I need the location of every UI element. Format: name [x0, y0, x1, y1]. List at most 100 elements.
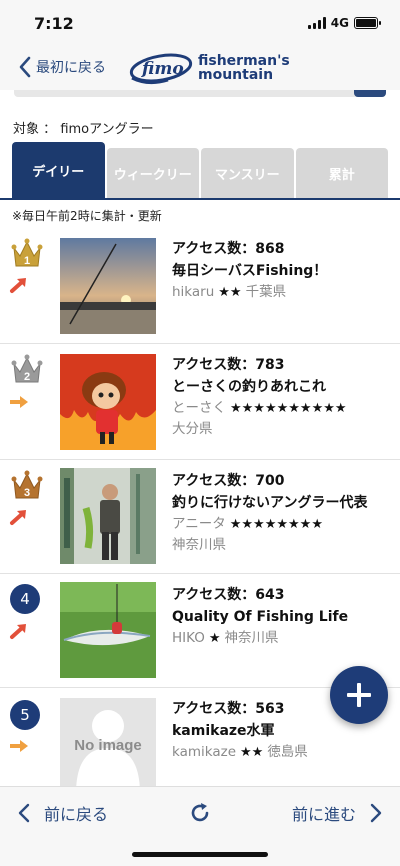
fimo-logo[interactable]: fimo fisherman's mountain — [128, 50, 290, 86]
ranking-row-1[interactable]: 1 アクセス数：868 毎日シーバスFishing！ hikaru ★★ 千葉県 — [0, 228, 400, 344]
period-tabs: デイリー ウィークリー マンスリー 累計 — [12, 142, 388, 198]
search-button-edge[interactable] — [354, 90, 386, 97]
logo-wordmark: fisherman's mountain — [198, 54, 290, 82]
rank-number: 3 — [24, 487, 30, 499]
tab-monthly[interactable]: マンスリー — [201, 148, 294, 198]
back-to-top-label: 最初に戻る — [36, 60, 106, 76]
tab-underline — [0, 198, 400, 200]
reload-button[interactable] — [188, 801, 212, 829]
thumbnail-image[interactable] — [60, 354, 156, 450]
gold-crown-icon: 1 — [11, 238, 43, 267]
angler-shop-photo — [60, 468, 156, 564]
ranking-info: アクセス数：700 釣りに行けないアングラー代表 アニータ ★★★★★★★★ 神奈川… — [172, 470, 392, 556]
chevron-right-icon — [370, 803, 382, 823]
back-to-top-button[interactable]: 最初に戻る — [18, 56, 106, 78]
cartoon-avatar-image — [60, 354, 156, 450]
status-time: 7:12 — [34, 14, 74, 33]
fishing-lure-photo — [60, 582, 156, 678]
ranking-info: アクセス数：643 Quality Of Fishing Life HIKO ★ 神… — [172, 584, 392, 649]
status-icons: 4G — [307, 16, 381, 30]
rank-number: 2 — [24, 371, 30, 383]
blog-title[interactable]: とーさくの釣りあれこれ — [172, 376, 392, 398]
trend-flat-icon — [10, 740, 28, 752]
rank-badge: 4 — [10, 584, 44, 614]
ranking-info: アクセス数：868 毎日シーバスFishing！ hikaru ★★ 千葉県 — [172, 238, 392, 303]
ranking-info: アクセス数：783 とーさくの釣りあれこれ とーさく ★★★★★★★★★★ 大分県 — [172, 354, 392, 440]
user-meta: hikaru ★★ 千葉県 — [172, 282, 392, 303]
rank-number: 1 — [24, 255, 30, 267]
no-image-text: No image — [74, 737, 142, 754]
blog-title[interactable]: 釣りに行けないアングラー代表 — [172, 492, 392, 514]
sunset-fishing-photo — [60, 238, 156, 334]
home-indicator[interactable] — [132, 852, 268, 857]
star-rating: ★ — [208, 631, 221, 646]
logo-fimo-text: fimo — [141, 59, 184, 79]
prefecture: 大分県 — [172, 421, 213, 437]
tab-daily[interactable]: デイリー — [12, 142, 105, 198]
ranking-row-4[interactable]: 4 アクセス数：643 Quality Of Fishing Life HIKO… — [0, 574, 400, 688]
star-rating: ★★★★★★★★★★ — [230, 401, 347, 416]
app-header: 最初に戻る fimo fisherman's mountain — [0, 48, 400, 90]
blog-title[interactable]: 毎日シーバスFishing！ — [172, 260, 392, 282]
history-forward-button[interactable]: 前に進む — [292, 801, 382, 825]
access-count: アクセス数：643 — [172, 587, 285, 603]
target-label: 対象 — [13, 122, 40, 137]
star-rating: ★★★★★★★★ — [229, 517, 323, 532]
ranking-row-2[interactable]: 2 アクセス数：783 とーさくの釣りあれこれ とーさく ★★★★★★★★★★ 大分… — [0, 344, 400, 460]
ranking-row-3[interactable]: 3 アクセス数：700 釣りに行けないアングラー代表 アニータ ★★★★★★★★ 神… — [0, 460, 400, 574]
rank-number: 4 — [10, 584, 40, 614]
update-note: ※毎日午前2時に集計・更新 — [12, 209, 162, 223]
rank-number: 5 — [10, 700, 40, 730]
thumbnail-image[interactable]: No image — [60, 698, 156, 786]
star-rating: ★★ — [218, 285, 242, 300]
bronze-crown-icon: 3 — [11, 470, 43, 499]
user-meta: kamikaze ★★ 徳島県 — [172, 742, 392, 763]
chevron-left-icon — [19, 56, 31, 78]
user-name[interactable]: とーさく — [172, 400, 226, 416]
target-separator: ： — [43, 122, 57, 137]
target-line: 対象 ： fimoアングラー — [13, 118, 154, 137]
history-forward-label: 前に進む — [291, 805, 356, 824]
user-name[interactable]: kamikaze — [172, 744, 236, 760]
trend-up-icon — [10, 624, 26, 639]
trend-up-icon — [10, 510, 26, 525]
rank-badge: 5 — [10, 700, 44, 730]
user-meta: HIKO ★ 神奈川県 — [172, 628, 392, 649]
prefecture: 千葉県 — [245, 284, 287, 300]
tab-weekly[interactable]: ウィークリー — [106, 148, 199, 198]
prefecture: 神奈川県 — [224, 630, 279, 646]
history-back-label: 前に戻る — [44, 805, 109, 824]
user-meta: アニータ ★★★★★★★★ 神奈川県 — [172, 514, 392, 556]
silver-crown-icon: 2 — [11, 354, 43, 383]
add-button[interactable] — [330, 666, 388, 724]
signal-icon — [307, 17, 326, 29]
tab-total[interactable]: 累計 — [295, 148, 388, 198]
prefecture: 徳島県 — [267, 744, 308, 760]
status-bar: 7:12 4G — [0, 0, 400, 48]
network-type: 4G — [330, 16, 349, 30]
thumbnail-image[interactable] — [60, 582, 156, 678]
user-name[interactable]: hikaru — [172, 284, 214, 300]
plus-icon — [347, 683, 371, 707]
user-meta: とーさく ★★★★★★★★★★ 大分県 — [172, 398, 392, 440]
trend-up-icon — [10, 278, 26, 293]
logo-line2: mountain — [198, 67, 274, 83]
battery-icon — [354, 17, 381, 29]
chevron-left-icon — [18, 803, 30, 823]
trend-flat-icon — [10, 396, 28, 408]
access-count: アクセス数：783 — [172, 357, 285, 373]
fimo-logo-mark: fimo — [129, 53, 193, 85]
access-count: アクセス数：700 — [172, 473, 285, 489]
thumbnail-image[interactable] — [60, 468, 156, 564]
history-back-button[interactable]: 前に戻る — [18, 801, 108, 825]
logo-line1: fisherman's — [198, 53, 290, 69]
blog-title[interactable]: Quality Of Fishing Life — [172, 606, 392, 628]
no-image-placeholder: No image — [60, 698, 156, 786]
thumbnail-image[interactable] — [60, 238, 156, 334]
prefecture: 神奈川県 — [172, 537, 226, 553]
target-value: fimoアングラー — [60, 122, 154, 137]
search-bar-edge — [14, 90, 386, 97]
user-name[interactable]: HIKO — [172, 630, 205, 646]
user-name[interactable]: アニータ — [172, 516, 226, 532]
access-count: アクセス数：868 — [172, 241, 285, 257]
